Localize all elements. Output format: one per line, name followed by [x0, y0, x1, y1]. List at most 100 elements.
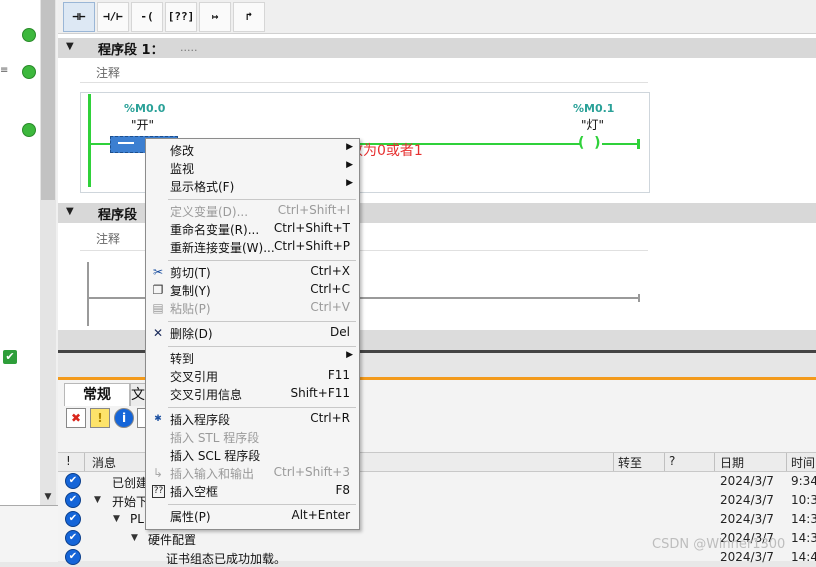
- network-1-comment[interactable]: 注释: [96, 64, 120, 81]
- menu-item-label: 剪切(T): [170, 266, 211, 280]
- menu-item-properties[interactable]: 属性(P) Alt+Enter: [146, 507, 359, 525]
- menu-item-label: 粘贴(P): [170, 302, 211, 316]
- submenu-arrow-icon: ▶: [346, 160, 353, 170]
- row-message: 证书组态已成功加载。: [166, 552, 287, 566]
- expand-icon[interactable]: ▼: [94, 495, 101, 505]
- menu-item-shortcut: F11: [327, 368, 350, 382]
- menu-item-shortcut: Ctrl+Shift+I: [277, 203, 350, 217]
- menu-item-label: 插入输入和输出: [170, 467, 255, 481]
- menu-item-rename-variable[interactable]: 重命名变量(R)... Ctrl+Shift+T: [146, 220, 359, 238]
- menu-item-display-format[interactable]: 显示格式(F) ▶: [146, 177, 359, 195]
- menu-item-copy[interactable]: ❐ 复制(Y) Ctrl+C: [146, 281, 359, 299]
- coil-icon[interactable]: ( ): [578, 135, 601, 151]
- col-separator: [714, 453, 715, 471]
- menu-item-shortcut: Ctrl+V: [310, 300, 350, 314]
- col-message[interactable]: 消息: [92, 454, 116, 471]
- menu-item-label: 重命名变量(R)...: [170, 223, 260, 237]
- col-question[interactable]: ?: [669, 454, 675, 468]
- row-message: 硬件配置: [148, 533, 197, 547]
- tab-general[interactable]: 常规: [64, 383, 130, 406]
- menu-item-shortcut: Ctrl+Shift+3: [273, 465, 350, 479]
- network-2-comment[interactable]: 注释: [96, 230, 120, 247]
- info-check-icon: ✔: [65, 473, 81, 489]
- contact-address[interactable]: %M0.0: [124, 102, 165, 115]
- open-branch-button[interactable]: ↦: [199, 2, 231, 32]
- menu-item-insert-io[interactable]: ↳ 插入输入和输出 Ctrl+Shift+3: [146, 464, 359, 482]
- menu-item-define-variable[interactable]: 定义变量(D)... Ctrl+Shift+I: [146, 202, 359, 220]
- close-branch-button[interactable]: ↱: [233, 2, 265, 32]
- menu-item-rewire-variable[interactable]: 重新连接变量(W)... Ctrl+Shift+P: [146, 238, 359, 256]
- left-bottom-area: [0, 505, 58, 562]
- contact-symbol[interactable]: "开": [131, 116, 154, 133]
- menu-item-insert-stl-network[interactable]: 插入 STL 程序段: [146, 428, 359, 446]
- col-date[interactable]: 日期: [720, 454, 744, 471]
- menu-item-label: 定义变量(D)...: [170, 205, 249, 219]
- error-filter-icon[interactable]: ✖: [66, 408, 86, 428]
- empty-box-button[interactable]: [??]: [165, 2, 197, 32]
- menu-item-cross-reference[interactable]: 交叉引用 F11: [146, 367, 359, 385]
- tab-text[interactable]: 文: [130, 383, 146, 406]
- rung-wire: [602, 143, 638, 145]
- menu-item-modify[interactable]: 修改 ▶: [146, 141, 359, 159]
- row-message: 已创建: [112, 476, 149, 490]
- col-goto[interactable]: 转至: [618, 454, 642, 471]
- network-1-title-placeholder[interactable]: .....: [180, 41, 197, 54]
- scrollbar-thumb[interactable]: [41, 0, 55, 200]
- menu-item-shortcut: Ctrl+C: [310, 282, 350, 296]
- context-menu: 修改 ▶ 监视 ▶ 显示格式(F) ▶ 定义变量(D)... Ctrl+Shif…: [145, 138, 360, 530]
- info-filter-icon[interactable]: i: [114, 408, 134, 428]
- row-time: 10:3: [791, 493, 816, 507]
- info-check-icon: ✔: [65, 492, 81, 508]
- divider: [80, 82, 648, 83]
- info-check-icon: ✔: [65, 549, 81, 565]
- menu-item-insert-network[interactable]: ✱ 插入程序段 Ctrl+R: [146, 410, 359, 428]
- info-check-icon: ✔: [65, 511, 81, 527]
- nc-contact-button[interactable]: ⊣/⊢: [97, 2, 129, 32]
- coil-symbol[interactable]: "灯": [581, 116, 604, 133]
- scroll-down-icon[interactable]: ▼: [41, 490, 55, 504]
- menu-separator: [168, 407, 356, 408]
- collapse-icon[interactable]: ▼: [66, 41, 74, 52]
- insert-io-icon: ↳: [152, 466, 164, 480]
- menu-item-paste[interactable]: ▤ 粘贴(P) Ctrl+V: [146, 299, 359, 317]
- menu-item-insert-empty-box[interactable]: ?? 插入空框 F8: [146, 482, 359, 500]
- menu-item-cut[interactable]: ✂ 剪切(T) Ctrl+X: [146, 263, 359, 281]
- insert-network-icon: ✱: [154, 414, 162, 424]
- submenu-arrow-icon: ▶: [346, 178, 353, 188]
- menu-item-shortcut: Del: [330, 325, 350, 339]
- menu-item-monitor[interactable]: 监视 ▶: [146, 159, 359, 177]
- col-separator: [786, 453, 787, 471]
- col-separator: [613, 453, 614, 471]
- contact-bar: [118, 142, 134, 144]
- menu-item-goto[interactable]: 转到 ▶: [146, 349, 359, 367]
- network-1-header[interactable]: ▼ 程序段 1： .....: [58, 38, 816, 58]
- menu-item-label: 插入空框: [170, 485, 219, 499]
- col-time[interactable]: 时间: [791, 454, 815, 471]
- list-icon: ≡: [0, 65, 9, 76]
- status-ok-icon: [22, 123, 36, 137]
- check-icon: ✔: [3, 350, 17, 364]
- submenu-arrow-icon: ▶: [346, 350, 353, 360]
- warning-filter-icon[interactable]: !: [90, 408, 110, 428]
- watermark: CSDN @Winner1300: [652, 537, 786, 552]
- coil-address[interactable]: %M0.1: [573, 102, 614, 115]
- row-time: 14:3: [791, 531, 816, 545]
- row-time: 14:4: [791, 550, 816, 564]
- menu-separator: [168, 321, 356, 322]
- expand-icon[interactable]: ▼: [113, 514, 120, 524]
- empty-box-icon: ??: [152, 485, 165, 498]
- no-contact-button[interactable]: ⊣⊢: [63, 2, 95, 32]
- coil-button[interactable]: -( )-: [131, 2, 163, 51]
- menu-item-shortcut: Ctrl+Shift+P: [274, 239, 350, 253]
- menu-item-insert-scl-network[interactable]: 插入 SCL 程序段: [146, 446, 359, 464]
- menu-item-label: 复制(Y): [170, 284, 211, 298]
- collapse-icon[interactable]: ▼: [66, 206, 74, 217]
- menu-item-label: 交叉引用: [170, 370, 219, 384]
- col-icon[interactable]: !: [66, 454, 71, 468]
- menu-item-delete[interactable]: ✕ 删除(D) Del: [146, 324, 359, 342]
- menu-separator: [168, 504, 356, 505]
- expand-icon[interactable]: ▼: [131, 533, 138, 543]
- menu-item-label: 删除(D): [170, 327, 213, 341]
- menu-item-label: 属性(P): [170, 510, 211, 524]
- menu-item-cross-reference-info[interactable]: 交叉引用信息 Shift+F11: [146, 385, 359, 403]
